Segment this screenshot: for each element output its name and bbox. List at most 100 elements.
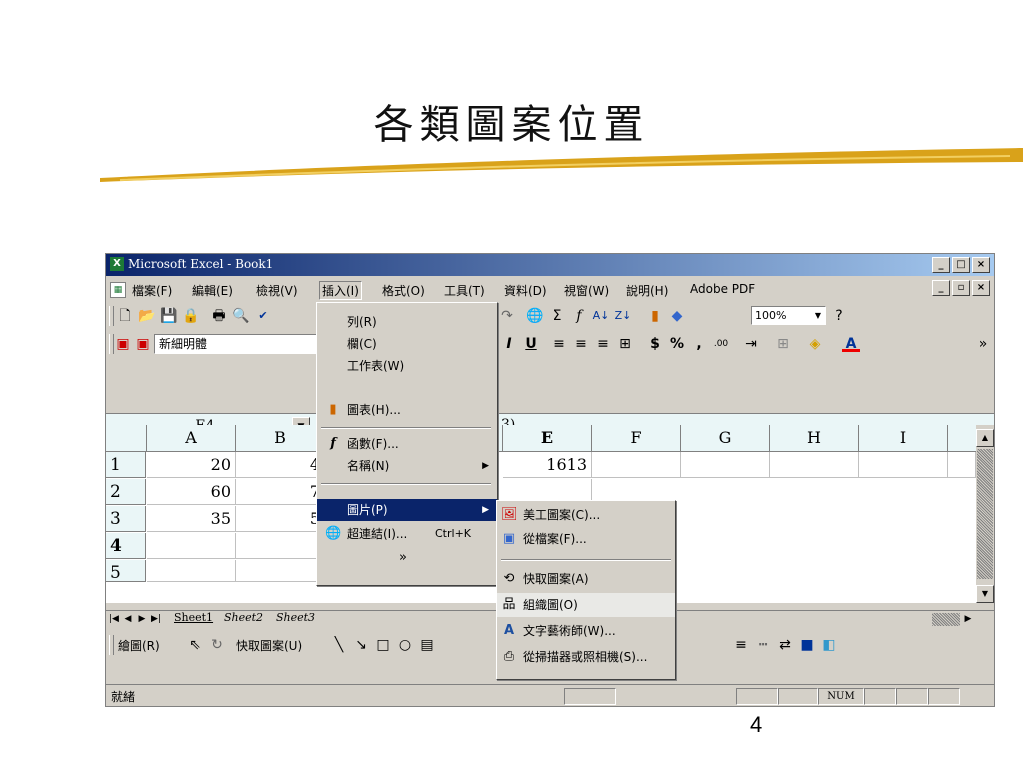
font-name-select[interactable]: 新細明體 [154, 334, 318, 354]
sheet-tab-1[interactable]: Sheet1 [174, 611, 213, 624]
menu-view[interactable]: 檢視(V) [254, 282, 300, 299]
scroll-right-icon[interactable]: ▶ [962, 612, 974, 626]
table-cell[interactable] [681, 452, 770, 478]
zoom-select[interactable]: 100% ▼ [751, 306, 826, 325]
cell-b3[interactable]: 5 [236, 506, 325, 532]
arrow-icon[interactable]: ↘ [352, 636, 370, 654]
menu-insert[interactable]: 插入(I) [319, 281, 362, 300]
column-header-g[interactable]: G [681, 425, 770, 452]
align-left-icon[interactable]: ≡ [550, 335, 568, 353]
next-sheet-icon[interactable]: ▶ [136, 612, 148, 626]
table-cell[interactable] [592, 452, 681, 478]
free-rotate-icon[interactable]: ↻ [208, 636, 226, 654]
menu-data[interactable]: 資料(D) [502, 282, 549, 299]
menu-format[interactable]: 格式(O) [380, 282, 427, 299]
table-cell[interactable] [948, 452, 976, 478]
text-box-icon[interactable]: ▤ [418, 636, 436, 654]
indent-icon[interactable]: ⇥ [742, 335, 760, 353]
cell-b1[interactable]: 4 [236, 452, 325, 478]
convert-pdf-attach-icon[interactable]: ▣ [134, 335, 152, 353]
cell-e1[interactable]: 1613 [503, 452, 592, 478]
cell-a5[interactable] [147, 560, 236, 582]
align-center-icon[interactable]: ≡ [572, 335, 590, 353]
borders-icon[interactable]: ⊞ [774, 335, 792, 353]
last-sheet-icon[interactable]: ▶| [150, 612, 162, 626]
prev-sheet-icon[interactable]: ◀ [122, 612, 134, 626]
submenu-item-from-file[interactable]: ▣ 從檔案(F)... [497, 527, 675, 551]
percent-icon[interactable]: % [668, 335, 686, 353]
rectangle-icon[interactable]: □ [374, 636, 392, 654]
menu-item-function[interactable]: f 函數(F)... [317, 433, 497, 455]
submenu-item-clip-art[interactable]: 🖼 美工圖案(C)... [497, 503, 675, 527]
menu-item-hyperlink[interactable]: 🌐 超連結(I)... Ctrl+K [317, 523, 497, 545]
column-header-h[interactable]: H [770, 425, 859, 452]
underline-icon[interactable]: U [522, 335, 540, 353]
merge-center-icon[interactable]: ⊞ [616, 335, 634, 353]
autoshapes-menu-button[interactable]: 快取圖案(U) [236, 637, 302, 654]
doc-close-button[interactable]: × [972, 280, 990, 296]
submenu-item-org-chart[interactable]: 品組織圖(O) [497, 593, 675, 617]
menu-tools[interactable]: 工具(T) [442, 282, 487, 299]
menu-item-columns[interactable]: 欄(C) [317, 333, 497, 355]
sort-ascending-icon[interactable]: A↓ [592, 307, 610, 325]
print-icon[interactable]: 🖶 [210, 307, 228, 325]
spelling-icon[interactable]: ✔ [254, 307, 272, 325]
submenu-item-scanner[interactable]: ⎙ 從掃描器或照相機(S)... [497, 645, 675, 669]
draw-menu-button[interactable]: 繪圖(R) [118, 637, 160, 654]
autosum-icon[interactable]: Σ [548, 307, 566, 325]
column-header-b[interactable]: B [236, 425, 325, 452]
menu-expand-more[interactable]: » [317, 547, 497, 569]
sheet-tab-3[interactable]: Sheet3 [276, 611, 315, 624]
menu-help[interactable]: 說明(H) [624, 282, 670, 299]
scroll-thumb[interactable] [977, 449, 993, 579]
help-icon[interactable]: ? [830, 307, 848, 325]
arrow-style-icon[interactable]: ⇄ [776, 636, 794, 654]
column-header-a[interactable]: A [147, 425, 236, 452]
doc-restore-button[interactable]: ▫ [952, 280, 970, 296]
workbook-icon[interactable]: ▦ [110, 282, 126, 298]
cell-b5[interactable] [236, 560, 325, 582]
fill-color-icon[interactable]: ◈ [806, 335, 824, 353]
menu-item-worksheet[interactable]: 工作表(W) [317, 355, 497, 377]
row-header-1[interactable]: 1 [106, 452, 146, 478]
line-style-icon[interactable]: ≡ [732, 636, 750, 654]
dash-style-icon[interactable]: ┅ [754, 636, 772, 654]
open-icon[interactable]: 📂 [138, 307, 156, 325]
redo-icon[interactable]: ↷ [498, 307, 516, 325]
line-icon[interactable]: ╲ [330, 636, 348, 654]
submenu-item-autoshapes[interactable]: ⟲ 快取圖案(A) [497, 567, 675, 591]
shadow-icon[interactable]: ■ [798, 636, 816, 654]
comma-icon[interactable]: , [690, 335, 708, 353]
sheet-tab-2[interactable]: Sheet2 [224, 611, 263, 624]
drawing-icon[interactable]: ◆ [668, 307, 686, 325]
font-color-icon[interactable]: A [842, 335, 860, 352]
currency-icon[interactable]: $ [646, 335, 664, 353]
column-header-i[interactable]: I [859, 425, 948, 452]
row-header-3[interactable]: 3 [106, 506, 146, 532]
minimize-button[interactable]: _ [932, 257, 950, 273]
cell-a4[interactable] [147, 533, 236, 559]
cell-a1[interactable]: 20 [147, 452, 236, 478]
horizontal-scroll-thumb[interactable] [932, 613, 960, 626]
increase-decimal-icon[interactable]: .00 [712, 335, 730, 353]
chart-wizard-icon[interactable]: ▮ [646, 307, 664, 325]
row-header-2[interactable]: 2 [106, 479, 146, 505]
doc-minimize-button[interactable]: _ [932, 280, 950, 296]
menu-edit[interactable]: 編輯(E) [190, 282, 235, 299]
sort-descending-icon[interactable]: Z↓ [614, 307, 632, 325]
first-sheet-icon[interactable]: |◀ [108, 612, 120, 626]
vertical-scrollbar[interactable]: ▲ ▼ [976, 425, 994, 603]
menu-item-rows[interactable]: 列(R) [317, 311, 497, 333]
permission-icon[interactable]: 🔒 [182, 307, 200, 325]
menu-item-picture[interactable]: 圖片(P) ▶ [317, 499, 497, 521]
new-icon[interactable]: 🗋 [116, 307, 134, 325]
menu-item-chart[interactable]: ▮ 圖表(H)... [317, 399, 497, 421]
menu-item-name[interactable]: 名稱(N) ▶ [317, 455, 497, 477]
row-header-4[interactable]: 4 [106, 533, 146, 559]
hyperlink-icon[interactable]: 🌐 [526, 307, 544, 325]
column-header-f[interactable]: F [592, 425, 681, 452]
cell-a3[interactable]: 35 [147, 506, 236, 532]
italic-icon[interactable]: I [500, 335, 518, 353]
3d-icon[interactable]: ◧ [820, 636, 838, 654]
table-cell[interactable] [859, 452, 948, 478]
